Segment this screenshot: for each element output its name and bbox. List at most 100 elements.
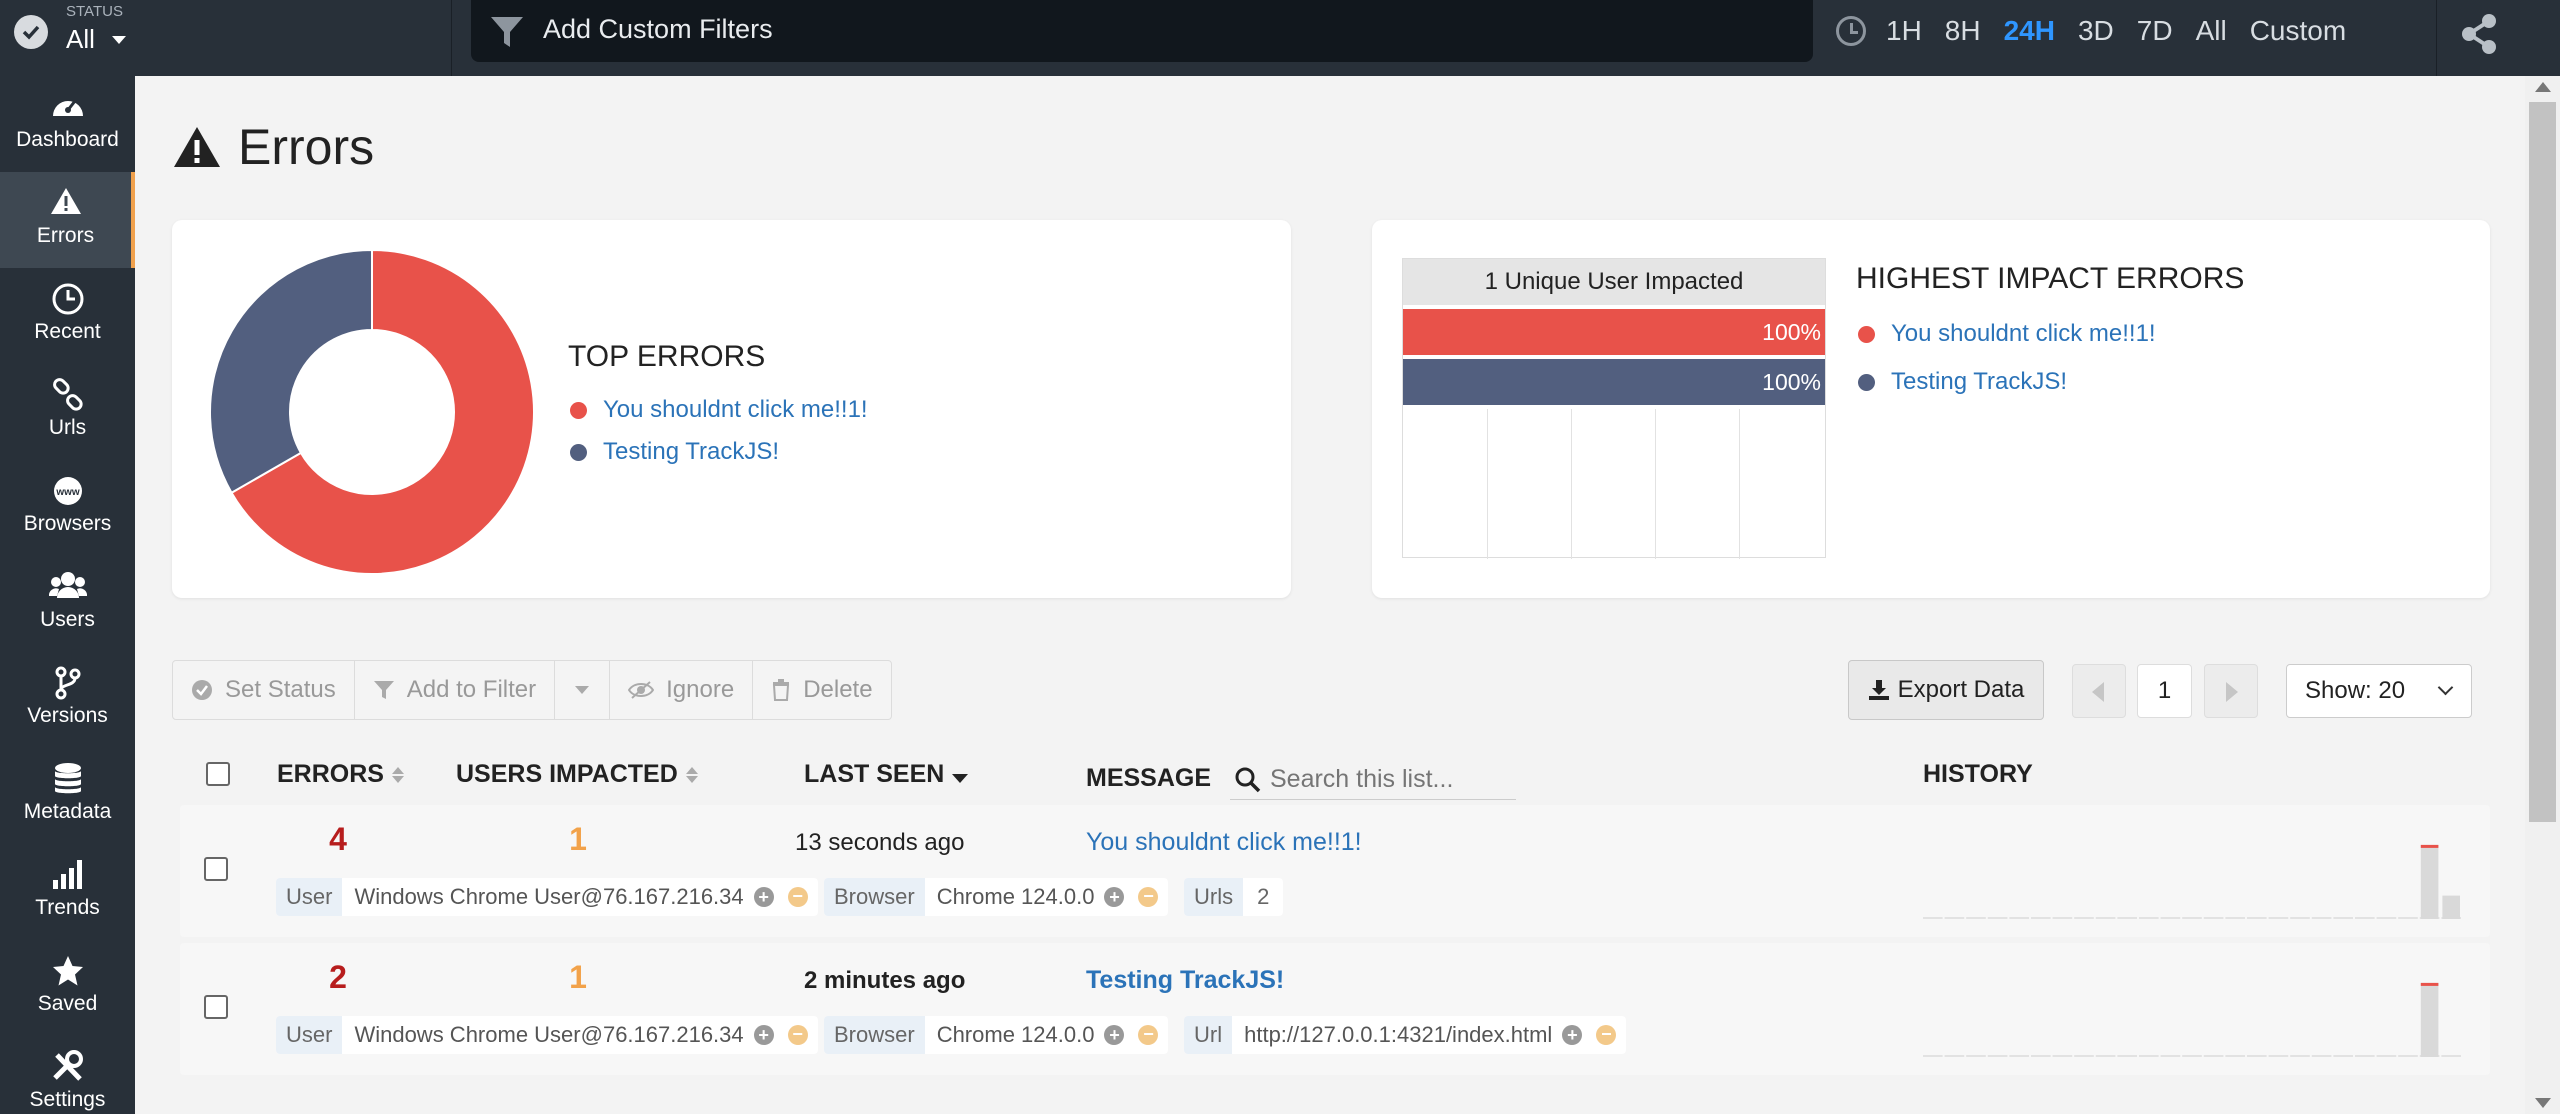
sidebar-item-errors[interactable]: Errors	[0, 172, 135, 268]
top-error-link-1[interactable]: You shouldnt click me!!1!	[570, 396, 868, 424]
impact-error-link-1[interactable]: You shouldnt click me!!1!	[1858, 320, 2156, 348]
page-size-select[interactable]: Show: 20	[2286, 664, 2472, 718]
table-row[interactable]: 2 1 2 minutes ago Testing TrackJS! User …	[180, 943, 2490, 1075]
range-7d[interactable]: 7D	[2137, 15, 2173, 47]
range-custom[interactable]: Custom	[2250, 15, 2346, 47]
top-bar: STATUS All Add Custom Filters 1H 8H 24H …	[0, 0, 2560, 76]
range-1h[interactable]: 1H	[1886, 15, 1922, 47]
urls-tag[interactable]: Urls 2	[1184, 878, 1284, 916]
scroll-down-icon[interactable]	[2535, 1098, 2551, 1108]
history-baseline	[2139, 917, 2159, 919]
range-8h[interactable]: 8H	[1945, 15, 1981, 47]
history-bar	[2442, 895, 2460, 919]
sidebar-item-browsers[interactable]: www Browsers	[0, 460, 135, 556]
add-to-filter-dropdown[interactable]	[555, 661, 611, 719]
sidebar-item-label: Dashboard	[16, 128, 119, 151]
browser-tag: Browser Chrome 124.0.0 + −	[824, 878, 1169, 916]
table-row[interactable]: 4 1 13 seconds ago You shouldnt click me…	[180, 805, 2490, 937]
sidebar-item-users[interactable]: Users	[0, 556, 135, 652]
warning-icon	[174, 127, 220, 167]
search-list-input[interactable]	[1230, 760, 1516, 800]
sidebar-item-recent[interactable]: Recent	[0, 268, 135, 364]
sidebar-item-metadata[interactable]: Metadata	[0, 748, 135, 844]
add-to-filter-button[interactable]: Add to Filter	[355, 661, 556, 719]
sidebar-item-saved[interactable]: Saved	[0, 940, 135, 1036]
custom-filter-input[interactable]: Add Custom Filters	[471, 0, 1813, 62]
users-impacted-column-header[interactable]: USERS IMPACTED	[456, 760, 698, 789]
history-bar	[2420, 844, 2439, 919]
minus-circle-icon[interactable]: −	[1596, 1025, 1617, 1045]
sidebar-item-settings[interactable]: Settings	[0, 1036, 135, 1114]
range-24h[interactable]: 24H	[2004, 15, 2055, 47]
status-value: All	[66, 24, 95, 54]
page-number[interactable]: 1	[2137, 664, 2192, 718]
page-size-value: Show: 20	[2305, 677, 2406, 704]
download-icon	[1868, 680, 1889, 700]
sidebar-item-dashboard[interactable]: Dashboard	[0, 76, 135, 172]
top-error-link-2[interactable]: Testing TrackJS!	[570, 438, 779, 466]
errors-column-header[interactable]: ERRORS	[277, 760, 404, 789]
tag-count: 2	[1257, 884, 1270, 909]
impact-error-label: Testing TrackJS!	[1891, 368, 2068, 395]
history-baseline	[2009, 917, 2029, 919]
row-checkbox[interactable]	[204, 995, 228, 1019]
globe-icon: www	[53, 477, 82, 505]
delete-button[interactable]: Delete	[753, 661, 890, 719]
plus-circle-icon[interactable]: +	[1562, 1025, 1583, 1045]
minus-circle-icon[interactable]: −	[1138, 1025, 1159, 1045]
error-message-link[interactable]: Testing TrackJS!	[1086, 966, 1284, 995]
error-message-link[interactable]: You shouldnt click me!!1!	[1086, 828, 1362, 857]
history-baseline	[2009, 1055, 2029, 1057]
history-baseline	[2117, 1055, 2137, 1057]
impact-bar: 100%	[1403, 309, 1825, 355]
star-icon	[52, 956, 83, 986]
history-baseline	[1966, 1055, 1986, 1057]
minus-circle-icon[interactable]: −	[1138, 887, 1159, 907]
select-all-checkbox[interactable]	[206, 762, 230, 786]
sidebar-item-label: Versions	[27, 704, 108, 727]
minus-circle-icon[interactable]: −	[787, 887, 808, 907]
sidebar-item-urls[interactable]: Urls	[0, 364, 135, 460]
history-bar	[2420, 982, 2439, 1057]
previous-page-button[interactable]	[2072, 664, 2126, 718]
sidebar-item-trends[interactable]: Trends	[0, 844, 135, 940]
check-circle-icon	[192, 680, 212, 700]
sidebar-item-versions[interactable]: Versions	[0, 652, 135, 748]
plus-circle-icon[interactable]: +	[753, 887, 774, 907]
history-baseline	[2268, 917, 2289, 919]
plus-circle-icon[interactable]: +	[1104, 887, 1125, 907]
row-checkbox[interactable]	[204, 857, 228, 881]
history-baseline	[2052, 917, 2073, 919]
last-seen-column-header[interactable]: LAST SEEN	[804, 760, 969, 789]
range-all[interactable]: All	[2196, 15, 2227, 47]
vertical-scrollbar[interactable]	[2525, 76, 2560, 1114]
tag-key: User	[276, 878, 343, 916]
scrollbar-thumb[interactable]	[2529, 102, 2556, 822]
bars-icon	[52, 860, 82, 889]
minus-circle-icon[interactable]: −	[787, 1025, 808, 1045]
ignore-button[interactable]: Ignore	[610, 661, 754, 719]
impact-error-label: You shouldnt click me!!1!	[1891, 320, 2156, 347]
impact-error-link-2[interactable]: Testing TrackJS!	[1858, 368, 2067, 396]
tag-key: Url	[1184, 1016, 1233, 1054]
history-baseline	[2117, 917, 2137, 919]
caret-left-icon	[2092, 682, 2104, 702]
scroll-up-icon[interactable]	[2535, 82, 2551, 92]
history-baseline	[2139, 1055, 2159, 1057]
export-data-button[interactable]: Export Data	[1848, 660, 2044, 720]
history-baseline	[2074, 917, 2094, 919]
history-baseline	[2398, 917, 2418, 919]
plus-circle-icon[interactable]: +	[1104, 1025, 1125, 1045]
plus-circle-icon[interactable]: +	[753, 1025, 774, 1045]
next-page-button[interactable]	[2204, 664, 2258, 718]
range-3d[interactable]: 3D	[2078, 15, 2114, 47]
share-button[interactable]	[2436, 0, 2560, 76]
history-baseline	[1944, 917, 1965, 919]
check-circle-icon	[14, 15, 48, 49]
sort-icon	[391, 766, 404, 783]
donut-slice-2[interactable]	[209, 248, 373, 495]
status-dropdown[interactable]: STATUS All	[0, 0, 452, 76]
history-baseline	[2268, 1055, 2289, 1057]
set-status-button[interactable]: Set Status	[173, 661, 355, 719]
gridline	[1487, 409, 1488, 559]
